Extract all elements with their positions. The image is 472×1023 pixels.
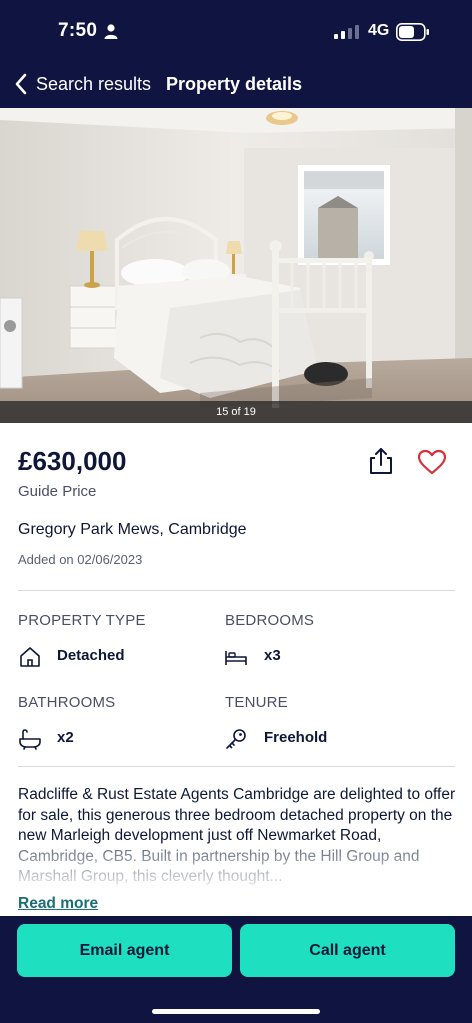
bed-icon xyxy=(225,651,247,665)
key-icon xyxy=(226,729,246,749)
bedrooms-label: BEDROOMS xyxy=(225,612,315,629)
read-more-link[interactable]: Read more xyxy=(18,895,98,913)
home-indicator xyxy=(152,1009,320,1014)
call-agent-button[interactable]: Call agent xyxy=(240,924,455,977)
photo-counter: 15 of 19 xyxy=(0,401,472,423)
status-bar: 7:50 4G xyxy=(0,0,472,64)
network-type: 4G xyxy=(368,22,390,39)
price-qualifier: Guide Price xyxy=(18,483,97,500)
email-agent-button[interactable]: Email agent xyxy=(17,924,232,977)
divider xyxy=(18,766,455,767)
back-button[interactable]: Search results xyxy=(36,74,151,95)
bedrooms-value: x3 xyxy=(264,647,281,664)
added-date: Added on 02/06/2023 xyxy=(18,552,143,567)
chevron-left-icon[interactable] xyxy=(14,72,28,96)
person-icon xyxy=(104,24,118,39)
property-type-label: PROPERTY TYPE xyxy=(18,612,146,629)
divider xyxy=(18,590,455,591)
property-address: Gregory Park Mews, Cambridge xyxy=(18,521,247,538)
status-time: 7:50 xyxy=(58,20,98,41)
price: £630,000 xyxy=(18,446,127,476)
tenure-value: Freehold xyxy=(264,729,328,746)
battery-icon xyxy=(396,23,429,41)
house-icon xyxy=(20,647,40,667)
property-type-value: Detached xyxy=(57,647,125,664)
share-icon[interactable] xyxy=(368,447,394,475)
property-photo[interactable]: 15 of 19 xyxy=(0,108,472,423)
description-fade xyxy=(0,846,472,890)
tenure-label: TENURE xyxy=(225,694,288,711)
bathrooms-value: x2 xyxy=(57,729,74,746)
page-title: Property details xyxy=(166,74,303,94)
header-bar: Search results Property details xyxy=(0,64,472,108)
bedroom-photo xyxy=(0,108,472,423)
heart-icon[interactable] xyxy=(417,449,447,475)
bathrooms-label: BATHROOMS xyxy=(18,694,116,711)
bath-icon xyxy=(19,729,41,750)
signal-icon xyxy=(334,25,359,39)
